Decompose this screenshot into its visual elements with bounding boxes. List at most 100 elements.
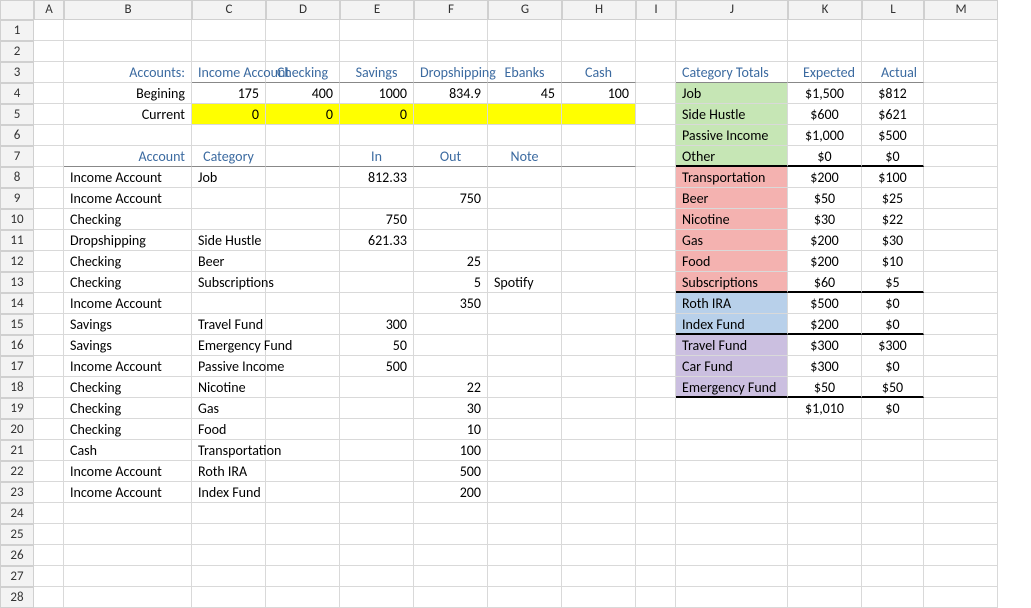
category-expected[interactable]: $50: [788, 377, 862, 398]
cell[interactable]: [636, 188, 676, 209]
cell[interactable]: [676, 461, 788, 482]
transaction-note[interactable]: [488, 293, 562, 314]
column-header[interactable]: G: [488, 0, 562, 20]
cell[interactable]: [636, 62, 676, 83]
cell[interactable]: [562, 482, 636, 503]
category-actual[interactable]: $0: [862, 356, 924, 377]
cell[interactable]: [192, 587, 266, 608]
cell[interactable]: [562, 524, 636, 545]
row-header[interactable]: 13: [0, 272, 34, 293]
cell[interactable]: Current: [64, 104, 192, 125]
cell[interactable]: [924, 230, 998, 251]
transaction-in[interactable]: [340, 272, 414, 293]
transaction-in[interactable]: [340, 482, 414, 503]
cell[interactable]: [340, 41, 414, 62]
cell[interactable]: [676, 41, 788, 62]
category-actual[interactable]: $812: [862, 83, 924, 104]
cell[interactable]: [924, 461, 998, 482]
category-name[interactable]: Job: [676, 83, 788, 104]
cell[interactable]: [676, 524, 788, 545]
cell[interactable]: [924, 524, 998, 545]
transaction-in[interactable]: [340, 461, 414, 482]
transaction-out[interactable]: [414, 230, 488, 251]
transaction-note[interactable]: [488, 251, 562, 272]
category-name[interactable]: Nicotine: [676, 209, 788, 230]
category-name[interactable]: Side Hustle: [676, 104, 788, 125]
transaction-out[interactable]: 30: [414, 398, 488, 419]
cell[interactable]: [788, 461, 862, 482]
cell[interactable]: [562, 314, 636, 335]
category-expected[interactable]: $500: [788, 293, 862, 314]
row-header[interactable]: 25: [0, 524, 34, 545]
cell[interactable]: [266, 314, 340, 335]
row-header[interactable]: 11: [0, 230, 34, 251]
cell[interactable]: [34, 524, 64, 545]
transaction-out[interactable]: [414, 209, 488, 230]
cell[interactable]: 0: [340, 104, 414, 125]
cell[interactable]: [34, 377, 64, 398]
row-header[interactable]: 3: [0, 62, 34, 83]
cell[interactable]: 175: [192, 83, 266, 104]
category-expected[interactable]: $30: [788, 209, 862, 230]
cell[interactable]: [64, 524, 192, 545]
cell[interactable]: [266, 440, 340, 461]
cell[interactable]: [488, 20, 562, 41]
category-totals-title[interactable]: Category Totals: [676, 62, 788, 83]
cell[interactable]: [266, 167, 340, 188]
cell[interactable]: [862, 482, 924, 503]
cell[interactable]: [64, 587, 192, 608]
cell[interactable]: [34, 41, 64, 62]
category-expected[interactable]: $1,000: [788, 125, 862, 146]
category-actual[interactable]: $100: [862, 167, 924, 188]
cell[interactable]: [924, 314, 998, 335]
category-actual[interactable]: $22: [862, 209, 924, 230]
cell[interactable]: [34, 482, 64, 503]
column-header[interactable]: L: [862, 0, 924, 20]
cell[interactable]: [266, 503, 340, 524]
cell[interactable]: [34, 461, 64, 482]
column-header[interactable]: I: [636, 0, 676, 20]
cell[interactable]: Note: [488, 146, 562, 167]
transaction-category[interactable]: Index Fund: [192, 482, 266, 503]
cell[interactable]: [862, 566, 924, 587]
account-header[interactable]: Savings: [340, 62, 414, 83]
transaction-in[interactable]: [340, 377, 414, 398]
transaction-out[interactable]: 500: [414, 461, 488, 482]
cell[interactable]: [340, 20, 414, 41]
category-actual[interactable]: $50: [862, 377, 924, 398]
cell[interactable]: [34, 398, 64, 419]
cell[interactable]: [34, 230, 64, 251]
cell[interactable]: [414, 566, 488, 587]
cell[interactable]: [266, 230, 340, 251]
cell[interactable]: 0: [192, 104, 266, 125]
category-expected[interactable]: $300: [788, 356, 862, 377]
cell[interactable]: [34, 209, 64, 230]
row-header[interactable]: 20: [0, 419, 34, 440]
transaction-in[interactable]: 50: [340, 335, 414, 356]
transaction-note[interactable]: [488, 209, 562, 230]
transaction-note[interactable]: [488, 335, 562, 356]
category-expected[interactable]: $1,500: [788, 83, 862, 104]
cell[interactable]: Accounts:: [64, 62, 192, 83]
cell[interactable]: [34, 20, 64, 41]
transaction-out[interactable]: [414, 356, 488, 377]
cell[interactable]: [64, 125, 192, 146]
cell[interactable]: [192, 125, 266, 146]
cell[interactable]: [488, 566, 562, 587]
category-name[interactable]: Food: [676, 251, 788, 272]
transaction-note[interactable]: [488, 419, 562, 440]
cell[interactable]: [266, 524, 340, 545]
cell[interactable]: [562, 440, 636, 461]
cell[interactable]: [34, 167, 64, 188]
cell[interactable]: [924, 146, 998, 167]
cell[interactable]: [562, 461, 636, 482]
cell[interactable]: In: [340, 146, 414, 167]
category-name[interactable]: Travel Fund: [676, 335, 788, 356]
transaction-category[interactable]: Roth IRA: [192, 461, 266, 482]
cell[interactable]: [562, 20, 636, 41]
cell[interactable]: [636, 524, 676, 545]
category-name[interactable]: Gas: [676, 230, 788, 251]
cell[interactable]: [562, 104, 636, 125]
cell[interactable]: [788, 440, 862, 461]
transaction-note[interactable]: [488, 230, 562, 251]
